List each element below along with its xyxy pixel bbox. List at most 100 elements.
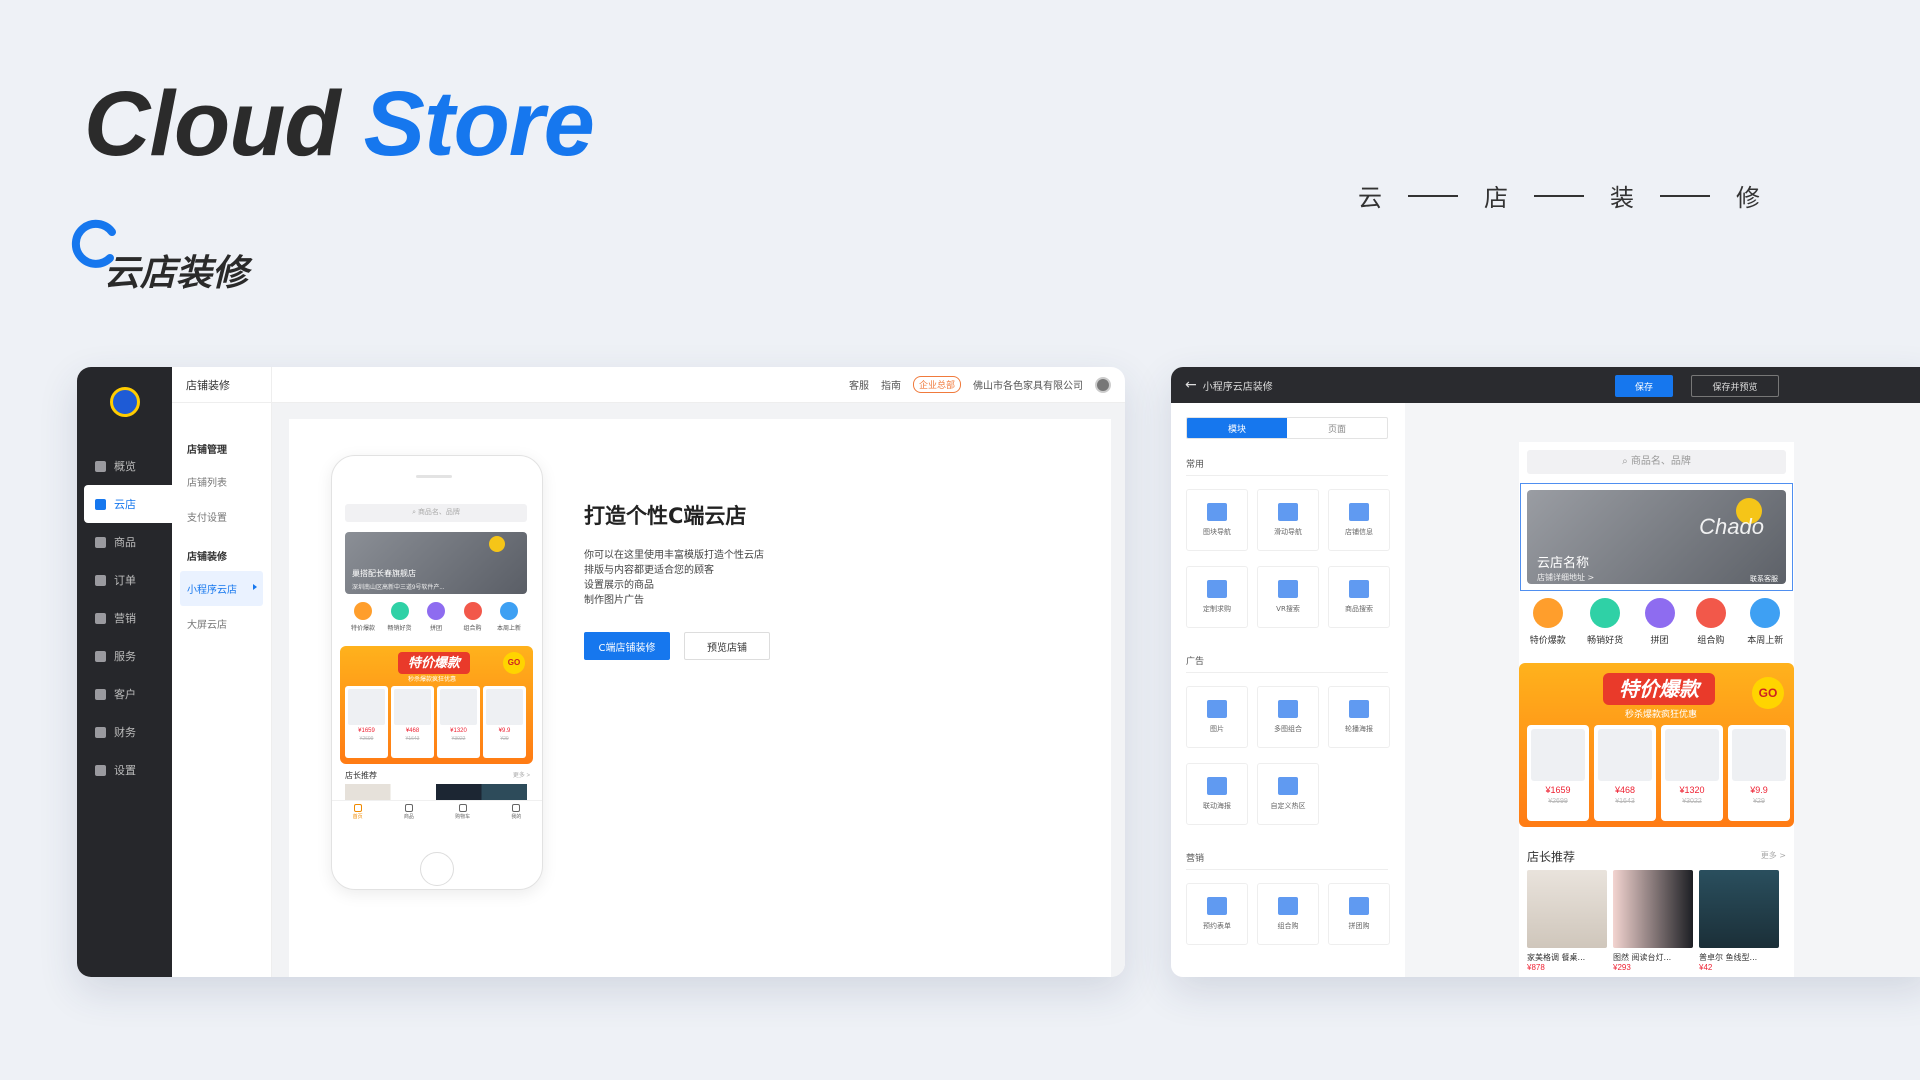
tab-modules[interactable]: 模块 bbox=[1187, 418, 1287, 438]
sub-item-big-screen-store[interactable]: 大屏云店 bbox=[172, 606, 271, 641]
phone-product-card: ¥468 ¥1643 bbox=[391, 686, 434, 758]
nav-item-settings[interactable]: 设置 bbox=[77, 751, 172, 789]
tagline-char: 店 bbox=[1484, 184, 1508, 212]
preview-recommend-more[interactable]: 更多 > bbox=[1761, 850, 1786, 861]
bag-search-icon bbox=[1349, 580, 1369, 598]
tagline-char: 装 bbox=[1610, 184, 1634, 212]
group-buy-icon bbox=[1644, 598, 1675, 628]
back-arrow-icon[interactable]: ← bbox=[1185, 377, 1197, 393]
tile-store-info[interactable]: 店铺信息 bbox=[1328, 489, 1390, 551]
sub-item-payment-settings[interactable]: 支付设置 bbox=[172, 499, 271, 534]
product-old-price: ¥1643 bbox=[1615, 798, 1635, 805]
nav-item-overview[interactable]: 概览 bbox=[77, 447, 172, 485]
tab-pages[interactable]: 页面 bbox=[1287, 418, 1387, 438]
editor-title: 小程序云店装修 bbox=[1202, 381, 1273, 393]
tile-image[interactable]: 图片 bbox=[1186, 686, 1248, 748]
user-icon bbox=[95, 688, 106, 700]
save-preview-button[interactable]: 保存并预览 bbox=[1691, 375, 1779, 397]
preview-recommend-list: 家美格调 餐桌... ¥878 图然 阅读台灯... ¥293 普卓尔 鱼线型...… bbox=[1527, 870, 1779, 972]
recommend-card[interactable]: 图然 阅读台灯... ¥293 bbox=[1613, 870, 1693, 972]
preview-icon-label: 拼团 bbox=[1650, 636, 1669, 646]
phone-icon-label: 组合购 bbox=[463, 626, 482, 632]
tile-product-search[interactable]: 商品搜索 bbox=[1328, 566, 1390, 628]
lamp-image bbox=[394, 689, 431, 725]
phone-product-card: ¥9.9 ¥29 bbox=[483, 686, 526, 758]
tile-group-buy[interactable]: 拼团购 bbox=[1328, 883, 1390, 945]
nav-label: 商品 bbox=[114, 536, 136, 549]
banner-image: Chado 云店名称 店铺详细地址 > 联系客服 bbox=[1527, 490, 1786, 584]
preview-product-card[interactable]: ¥1320 ¥3022 bbox=[1661, 725, 1723, 821]
preview-promo-go: GO bbox=[1752, 677, 1784, 709]
phone-promo-subtitle: 秒杀爆款疯狂优惠 bbox=[408, 677, 457, 683]
tile-slide-nav[interactable]: 滑动导航 bbox=[1257, 489, 1319, 551]
tile-custom-request[interactable]: 定制求购 bbox=[1186, 566, 1248, 628]
nav-item-service[interactable]: 服务 bbox=[77, 637, 172, 675]
preview-icon-item[interactable]: 组合购 bbox=[1695, 598, 1726, 646]
tile-label: 滑动导航 bbox=[1274, 528, 1302, 536]
preview-promo-block[interactable]: 特价爆款 秒杀爆款疯狂优惠 GO ¥1659 ¥2699 ¥468 ¥1643 ¥1… bbox=[1519, 663, 1794, 827]
preview-product-card[interactable]: ¥468 ¥1643 bbox=[1594, 725, 1656, 821]
phone-tab-bar: 首页 商品 购物车 我的 bbox=[332, 800, 542, 822]
recommend-name: 图然 阅读台灯... bbox=[1613, 953, 1672, 962]
phone-tab-mine: 我的 bbox=[511, 801, 521, 822]
phone-tab-label: 我的 bbox=[511, 814, 522, 820]
user-icon bbox=[512, 804, 521, 812]
phone-tab-label: 购物车 bbox=[455, 814, 471, 820]
tile-label: 多图组合 bbox=[1274, 725, 1302, 733]
tile-combo[interactable]: 组合购 bbox=[1257, 883, 1319, 945]
gear-icon bbox=[95, 764, 106, 776]
preview-search-input[interactable]: ⌕ 商品名、品牌 bbox=[1527, 450, 1786, 474]
recommend-card[interactable]: 普卓尔 鱼线型... ¥42 bbox=[1699, 870, 1779, 972]
preview-icon-item[interactable]: 特价爆款 bbox=[1530, 598, 1566, 646]
tagline-dash bbox=[1534, 194, 1584, 197]
tile-linked-poster[interactable]: 联动海报 bbox=[1186, 763, 1248, 825]
tile-carousel[interactable]: 轮播海报 bbox=[1328, 686, 1390, 748]
preview-store-banner[interactable]: Chado 云店名称 店铺详细地址 > 联系客服 bbox=[1520, 483, 1793, 591]
brand-logo[interactable] bbox=[110, 387, 140, 417]
nav-item-products[interactable]: 商品 bbox=[77, 523, 172, 561]
save-button[interactable]: 保存 bbox=[1615, 375, 1673, 397]
preview-icon-item[interactable]: 本周上新 bbox=[1747, 598, 1783, 646]
nav-label: 概览 bbox=[114, 460, 136, 473]
product-old-price: ¥2699 bbox=[359, 736, 374, 742]
preview-icon-item[interactable]: 拼团 bbox=[1644, 598, 1675, 646]
preview-search-placeholder: 商品名、品牌 bbox=[1630, 456, 1691, 467]
topbar-right: 客服 指南 企业总部 佛山市各色家具有限公司 bbox=[849, 376, 1111, 393]
nav-label: 财务 bbox=[114, 726, 136, 739]
tile-label: 联动海报 bbox=[1203, 802, 1231, 810]
product-old-price: ¥2699 bbox=[1548, 798, 1568, 805]
preview-store-name: 云店名称 bbox=[1537, 556, 1590, 571]
preview-product-card[interactable]: ¥1659 ¥2699 bbox=[1527, 725, 1589, 821]
nav-item-customers[interactable]: 客户 bbox=[77, 675, 172, 713]
wallet-icon bbox=[95, 726, 106, 738]
product-price: ¥468 bbox=[405, 728, 420, 734]
block-nav-icon bbox=[1207, 503, 1227, 521]
sub-item-mini-program-store[interactable]: 小程序云店 bbox=[180, 571, 263, 606]
preview-icon-item[interactable]: 畅销好货 bbox=[1587, 598, 1623, 646]
preview-product-card[interactable]: ¥9.9 ¥29 bbox=[1728, 725, 1790, 821]
sofa-image bbox=[348, 689, 385, 725]
tile-custom-hotspot[interactable]: 自定义热区 bbox=[1257, 763, 1319, 825]
sub-group-store-management: 店铺管理 bbox=[187, 445, 227, 456]
phone-icon-item: 拼团 bbox=[418, 602, 454, 632]
tile-booking-form[interactable]: 预约表单 bbox=[1186, 883, 1248, 945]
tile-vr-search[interactable]: VR搜索 bbox=[1257, 566, 1319, 628]
banner-lamp-decoration bbox=[489, 536, 505, 552]
avatar[interactable] bbox=[1095, 376, 1111, 393]
decorate-store-button[interactable]: C端店铺装修 bbox=[584, 632, 670, 660]
guide-link[interactable]: 指南 bbox=[881, 377, 901, 392]
nav-item-marketing[interactable]: 营销 bbox=[77, 599, 172, 637]
nav-item-finance[interactable]: 财务 bbox=[77, 713, 172, 751]
nav-item-cloud-store[interactable]: 云店 bbox=[84, 485, 172, 523]
sub-item-store-list[interactable]: 店铺列表 bbox=[172, 464, 271, 499]
service-link[interactable]: 客服 bbox=[849, 377, 869, 392]
product-price: ¥468 bbox=[1614, 785, 1636, 795]
tile-multi-image[interactable]: 多图组合 bbox=[1257, 686, 1319, 748]
tile-block-nav[interactable]: 图块导航 bbox=[1186, 489, 1248, 551]
nav-item-orders[interactable]: 订单 bbox=[77, 561, 172, 599]
preview-store-button[interactable]: 预览店铺 bbox=[684, 632, 770, 660]
recommend-card[interactable]: 家美格调 餐桌... ¥878 bbox=[1527, 870, 1607, 972]
lamp-image bbox=[1598, 729, 1652, 781]
tile-label: 拼团购 bbox=[1348, 922, 1370, 930]
company-name[interactable]: 佛山市各色家具有限公司 bbox=[973, 377, 1083, 392]
